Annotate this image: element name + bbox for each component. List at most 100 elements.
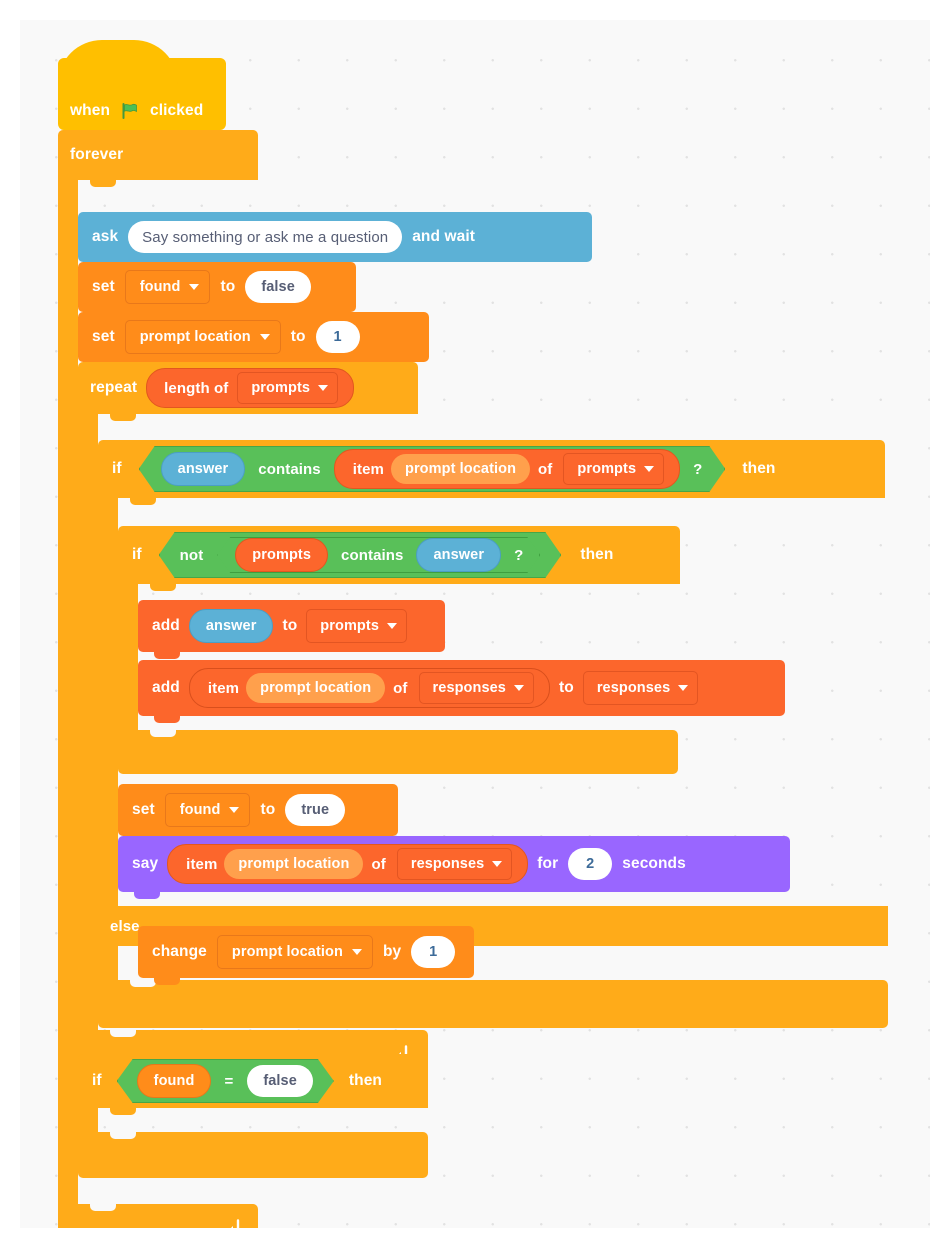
repeat-left-spine [78, 412, 98, 1032]
forever-label: forever [70, 146, 124, 163]
block-add-item-to-responses[interactable]: add item prompt location of responses to… [138, 660, 785, 723]
to-label: to [282, 617, 298, 634]
condition-found-equals-false[interactable]: found = false [117, 1059, 334, 1103]
change-label: change [152, 943, 207, 960]
list-name: responses [410, 856, 485, 872]
if-found-false-footer-notch [110, 1132, 136, 1139]
of-label: of [538, 460, 553, 478]
condition-answer-contains-item[interactable]: answer contains item prompt location of … [139, 446, 726, 492]
block-if-outer-header[interactable]: if answer contains item prompt location … [98, 440, 885, 505]
block-set-found-false[interactable]: set found to false [78, 262, 356, 319]
if-label: if [132, 546, 142, 563]
reporter-item-of-list[interactable]: item prompt location of prompts [334, 449, 680, 489]
change-variable-dropdown[interactable]: prompt location [216, 935, 373, 969]
chevron-down-icon [513, 685, 524, 691]
chevron-down-icon [229, 807, 240, 813]
set-label: set [92, 328, 115, 345]
reporter-item-of-responses[interactable]: item prompt location of responses [188, 668, 550, 708]
repeat-footer-notch [110, 1030, 136, 1037]
item-source-list-dropdown[interactable]: responses [418, 672, 534, 704]
add-target-list-dropdown[interactable]: responses [582, 671, 699, 705]
set-found-variable-dropdown[interactable]: found [164, 793, 251, 827]
set-prompt-location-value-input[interactable]: 1 [315, 321, 360, 353]
change-value-input[interactable]: 1 [411, 936, 456, 968]
block-when-flag-clicked[interactable]: when clicked [58, 40, 226, 130]
chevron-down-icon [189, 284, 200, 290]
if-inner-left-spine [118, 582, 138, 730]
green-flag-icon [121, 102, 139, 120]
length-of-list-dropdown[interactable]: prompts [237, 372, 339, 404]
forever-footer[interactable] [58, 1204, 258, 1228]
set-prompt-location-variable-dropdown[interactable]: prompt location [124, 320, 281, 354]
to-label: to [558, 679, 574, 696]
item-of-list-dropdown[interactable]: prompts [563, 453, 664, 485]
variable-name: found [179, 802, 221, 818]
block-repeat-header[interactable]: repeat length of prompts [78, 362, 418, 421]
and-wait-label: and wait [412, 228, 476, 245]
ask-question-input[interactable]: Say something or ask me a question [128, 221, 403, 253]
set-found-value-input[interactable]: true [285, 794, 346, 826]
item-index-variable[interactable]: prompt location [224, 849, 364, 879]
item-index-variable[interactable]: prompt location [246, 673, 386, 703]
reporter-prompts-list[interactable]: prompts [235, 538, 328, 572]
block-if-found-false-header[interactable]: if found = false then [78, 1054, 428, 1115]
if-inner-footer[interactable] [118, 730, 678, 774]
chevron-down-icon [259, 334, 270, 340]
chevron-down-icon [492, 861, 503, 867]
if-outer-footer-notch [130, 980, 156, 987]
of-label: of [371, 855, 386, 873]
block-forever-header[interactable]: forever [58, 130, 258, 187]
then-label: then [742, 460, 776, 477]
block-if-inner-header[interactable]: if not prompts contains answer ? then [118, 526, 680, 591]
item-label: item [352, 460, 384, 478]
reporter-item-of-responses[interactable]: item prompt location of responses [167, 844, 529, 884]
list-name: prompts [577, 461, 637, 477]
set-found-value-input[interactable]: false [245, 271, 311, 303]
reporter-found-variable[interactable]: found [137, 1064, 212, 1098]
item-of-list-dropdown[interactable]: responses [396, 848, 513, 880]
if-label: if [92, 1072, 102, 1089]
set-label: set [92, 278, 115, 295]
say-seconds-input[interactable]: 2 [568, 848, 613, 880]
question-mark: ? [693, 460, 703, 478]
then-label: then [580, 546, 614, 563]
clicked-label: clicked [150, 102, 204, 119]
block-change-prompt-location[interactable]: change prompt location by 1 [138, 926, 474, 985]
reporter-answer[interactable]: answer [416, 538, 501, 572]
reporter-answer[interactable]: answer [161, 452, 246, 486]
block-say-for-seconds[interactable]: say item prompt location of responses fo… [118, 836, 790, 899]
add-label: add [152, 617, 180, 634]
to-label: to [220, 278, 236, 295]
say-label: say [132, 855, 159, 872]
ask-label: ask [92, 228, 119, 245]
condition-not[interactable]: not prompts contains answer ? [159, 532, 562, 578]
if-outer-else-left-spine [98, 946, 118, 980]
if-outer-footer[interactable] [98, 980, 888, 1028]
block-set-prompt-location[interactable]: set prompt location to 1 [78, 312, 429, 369]
item-label: item [186, 855, 218, 873]
add-target-list-dropdown[interactable]: prompts [306, 609, 407, 643]
item-label: item [207, 679, 240, 697]
set-label: set [132, 801, 155, 818]
condition-prompts-contains-answer[interactable]: prompts contains answer ? [217, 537, 540, 573]
if-outer-left-spine [98, 496, 118, 908]
if-found-false-left-spine [78, 1106, 98, 1132]
list-name: prompts [251, 380, 311, 396]
block-workspace-canvas[interactable]: when clicked forever ask Say something o… [20, 20, 930, 1228]
block-ask-and-wait[interactable]: ask Say something or ask me a question a… [78, 212, 592, 269]
reporter-answer[interactable]: answer [188, 609, 274, 643]
set-found-variable-dropdown[interactable]: found [124, 270, 211, 304]
reporter-length-of-list[interactable]: length of prompts [146, 368, 355, 408]
if-label: if [112, 460, 122, 477]
item-index-variable[interactable]: prompt location [391, 454, 530, 484]
chevron-down-icon [678, 685, 689, 691]
block-add-answer-to-prompts[interactable]: add answer to prompts [138, 600, 445, 659]
not-label: not [179, 546, 204, 564]
block-set-found-true[interactable]: set found to true [118, 784, 398, 843]
then-label: then [348, 1072, 382, 1089]
to-label: to [260, 801, 276, 818]
repeat-label: repeat [90, 379, 138, 396]
by-label: by [382, 943, 402, 960]
compare-value-input[interactable]: false [247, 1065, 313, 1097]
of-label: of [393, 679, 408, 697]
